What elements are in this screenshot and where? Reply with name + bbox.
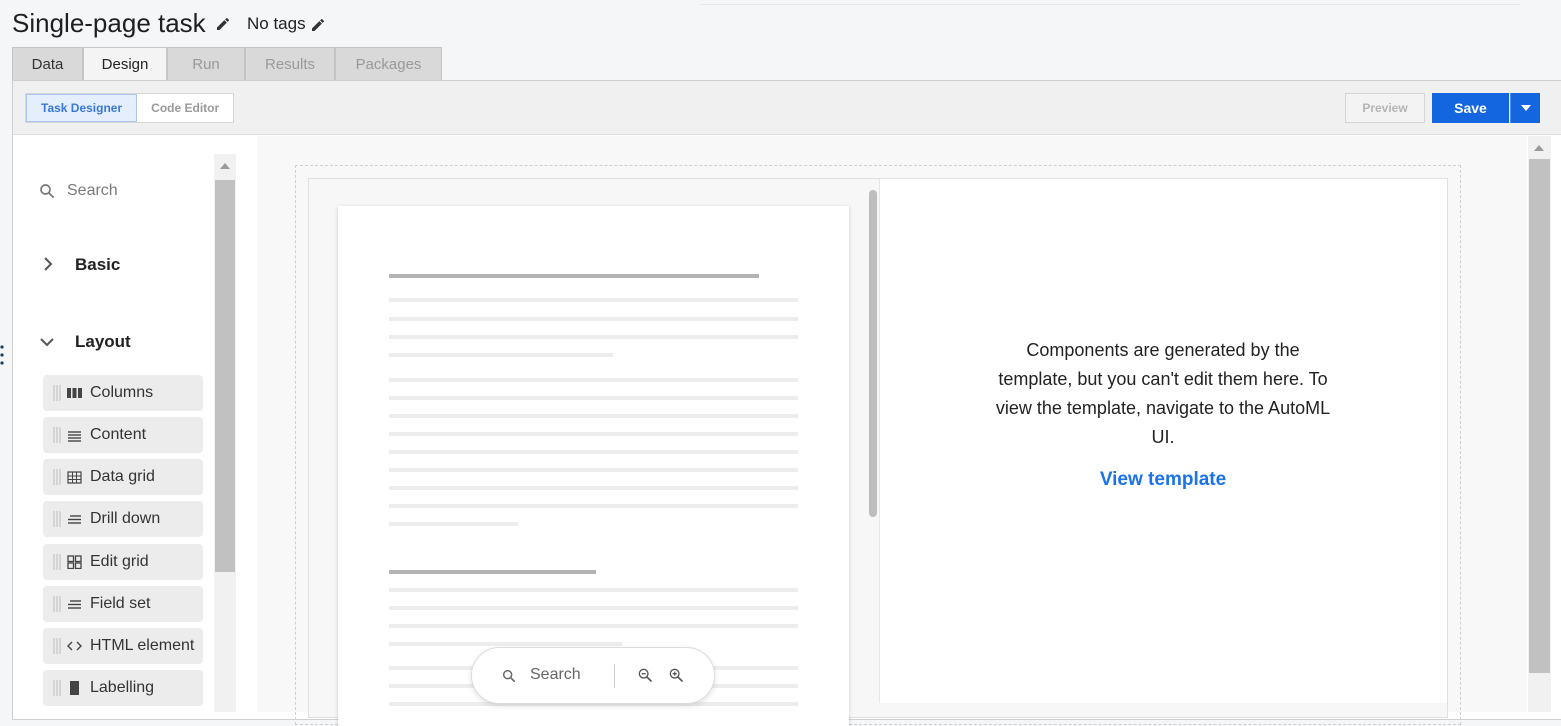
doc-text-line: [389, 486, 798, 490]
doc-text-line: [389, 522, 518, 526]
doc-text-line: [389, 317, 798, 321]
category-basic[interactable]: Basic: [75, 255, 120, 275]
save-options-caret-icon[interactable]: [1510, 93, 1540, 123]
doc-text-line: [389, 335, 798, 339]
grip-icon: [53, 385, 61, 401]
doc-text-line: [389, 468, 798, 472]
component-html-element[interactable]: HTML element: [43, 628, 203, 664]
component-data-grid[interactable]: Data grid: [43, 459, 203, 495]
doc-heading-line: [389, 570, 596, 574]
doc-text-line: [389, 378, 798, 382]
save-button[interactable]: Save: [1432, 93, 1509, 123]
component-labelling[interactable]: Labelling: [43, 670, 203, 706]
tab-data[interactable]: Data: [12, 47, 83, 80]
search-divider: [614, 664, 615, 688]
component-label: Labelling: [90, 679, 155, 696]
main-tabs: Data Design Run Results Packages: [12, 47, 442, 81]
grip-icon: [53, 554, 61, 570]
document-scrollbar-thumb[interactable]: [869, 190, 877, 517]
doc-text-line: [389, 504, 798, 508]
chevron-down-icon[interactable]: [40, 335, 54, 349]
doc-text-line: [389, 414, 798, 418]
component-label: HTML element: [90, 637, 195, 654]
scroll-up-arrow-icon[interactable]: [1534, 145, 1544, 151]
grip-icon: [53, 680, 61, 696]
tab-results: Results: [245, 47, 335, 80]
sidebar-scrollbar-thumb[interactable]: [215, 180, 235, 572]
template-info-message: Components are generated by the template…: [995, 340, 1331, 447]
doc-text-line: [389, 450, 798, 454]
component-label: Columns: [90, 384, 154, 401]
grip-icon: [53, 638, 61, 654]
component-label: Edit grid: [90, 553, 149, 570]
doc-text-line: [389, 624, 798, 628]
content-icon: [68, 431, 81, 442]
tab-packages: Packages: [335, 47, 442, 80]
doc-text-line: [389, 588, 798, 592]
grip-icon: [53, 511, 61, 527]
code-icon: [67, 641, 82, 651]
labelling-icon: [70, 681, 79, 695]
edit-tags-pencil-icon[interactable]: [310, 17, 326, 33]
component-label: Content: [90, 426, 147, 443]
data-grid-icon: [67, 471, 82, 484]
component-label: Field set: [90, 595, 151, 612]
tags-label: No tags: [247, 14, 306, 33]
main-scrollbar-thumb[interactable]: [1529, 159, 1550, 673]
preview-button[interactable]: Preview: [1345, 93, 1425, 123]
edit-grid-icon: [67, 555, 82, 569]
columns-icon: [67, 388, 82, 398]
code-editor-button[interactable]: Code Editor: [137, 94, 233, 122]
page-title: Single-page task: [12, 8, 206, 38]
scroll-up-arrow-icon[interactable]: [220, 163, 230, 169]
view-template-link[interactable]: View template: [1063, 469, 1263, 491]
mode-switch: Task Designer Code Editor: [25, 93, 235, 123]
drag-handle-dots-icon[interactable]: [0, 344, 4, 366]
component-content[interactable]: Content: [43, 417, 203, 453]
doc-text-line: [389, 642, 622, 646]
component-field-set[interactable]: Field set: [43, 586, 203, 622]
component-label: Data grid: [90, 468, 155, 485]
tab-design[interactable]: Design: [83, 47, 167, 81]
component-search-input[interactable]: Search: [67, 182, 118, 200]
chevron-right-icon[interactable]: [41, 257, 55, 271]
category-layout[interactable]: Layout: [75, 332, 131, 352]
zoom-in-icon[interactable]: [668, 667, 684, 683]
component-edit-grid[interactable]: Edit grid: [43, 544, 203, 580]
field-set-icon: [68, 600, 81, 609]
search-icon: [40, 184, 54, 198]
doc-text-line: [389, 432, 798, 436]
component-label: Drill down: [90, 510, 161, 527]
edit-title-pencil-icon[interactable]: [215, 16, 231, 32]
search-icon: [502, 669, 516, 683]
doc-text-line: [389, 353, 613, 357]
document-search-input[interactable]: Search: [530, 666, 581, 684]
tab-run: Run: [167, 47, 245, 80]
task-designer-button[interactable]: Task Designer: [26, 94, 138, 122]
grip-icon: [53, 469, 61, 485]
doc-text-line: [389, 606, 798, 610]
drill-down-icon: [68, 515, 81, 524]
designer-toolbar: [13, 81, 1561, 135]
doc-heading-line: [389, 274, 759, 278]
grip-icon: [53, 596, 61, 612]
doc-text-line: [389, 298, 798, 302]
doc-text-line: [389, 396, 798, 400]
component-columns[interactable]: Columns: [43, 375, 203, 411]
grip-icon: [53, 427, 61, 443]
zoom-out-icon[interactable]: [637, 667, 653, 683]
component-drill-down[interactable]: Drill down: [43, 501, 203, 537]
header-divider: [700, 4, 1520, 5]
